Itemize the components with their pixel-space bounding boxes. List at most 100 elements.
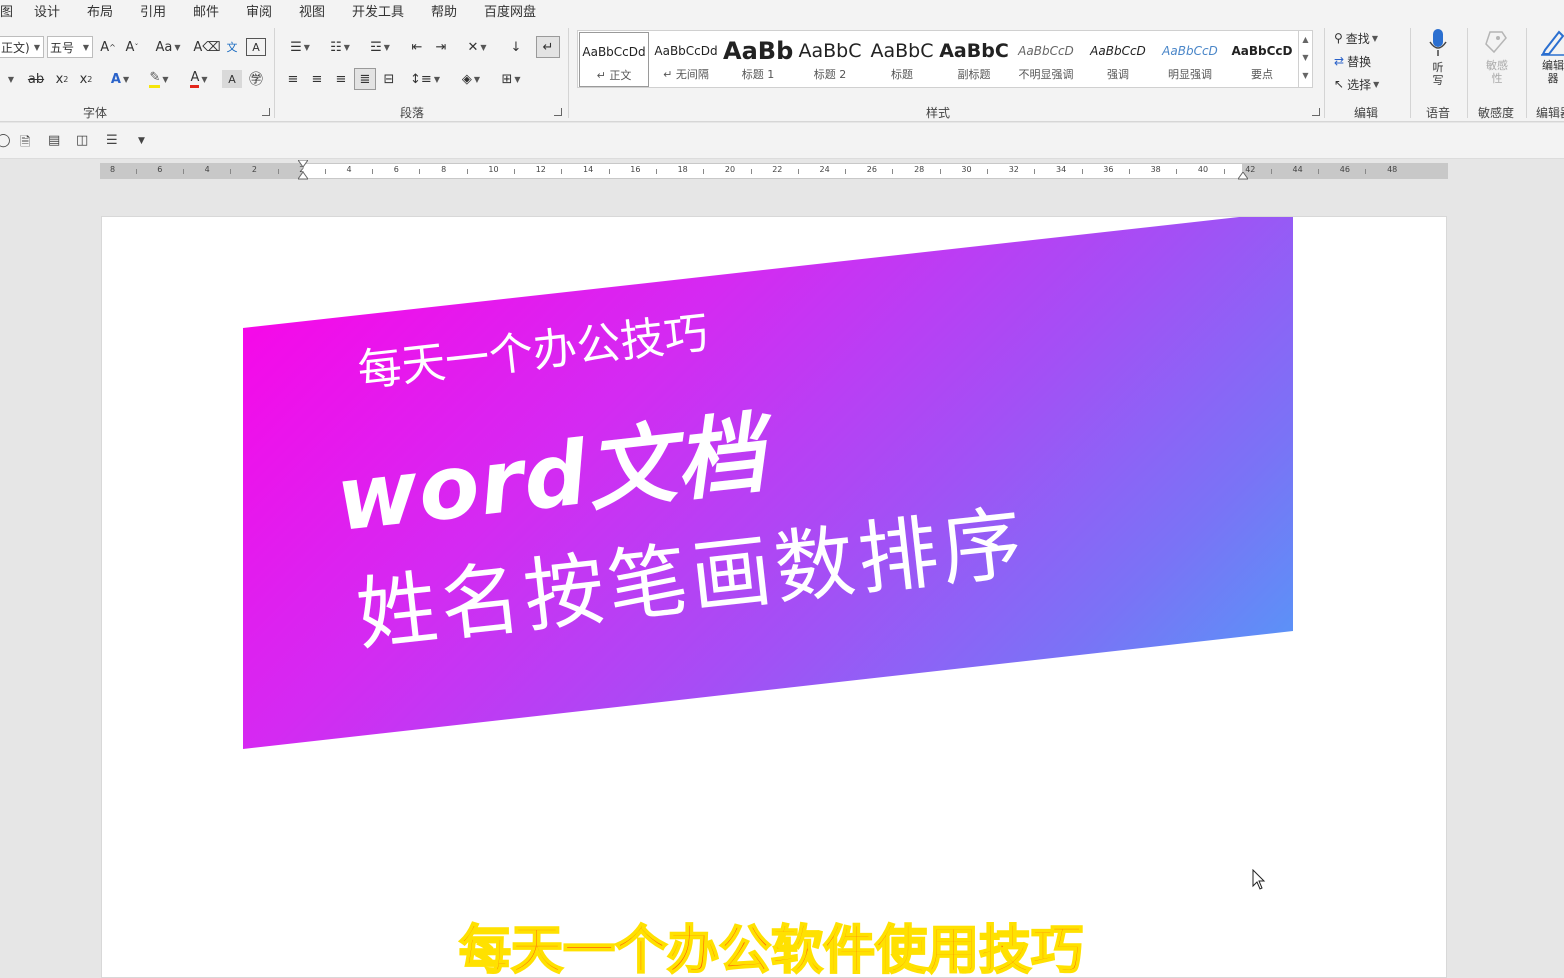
tab-design[interactable]: 设计	[34, 1, 60, 20]
shading-icon[interactable]: ◈ ▼	[454, 68, 488, 90]
document-page[interactable]: 每天一个办公技巧 word文档 姓名按笔画数排序	[101, 216, 1447, 978]
editor-button[interactable]: 编辑器	[1536, 28, 1564, 85]
increase-indent-icon[interactable]: ⇥	[430, 36, 452, 58]
subscript-icon[interactable]: x2	[52, 68, 72, 90]
dictate-button[interactable]: 听写	[1422, 28, 1454, 87]
menu-bar: 图 设计 布局 引用 邮件 审阅 视图 开发工具 帮助 百度网盘	[0, 0, 1564, 22]
hanging-indent-icon[interactable]	[298, 172, 308, 180]
print-layout-icon[interactable]: ▤	[48, 133, 60, 148]
multilevel-list-icon[interactable]: ☲ ▼	[362, 36, 398, 58]
style-item-normal[interactable]: AaBbCcDd ↵ 正文	[579, 32, 649, 87]
ruler-tick	[1176, 169, 1178, 174]
style-item-no-spacing[interactable]: AaBbCcDd ↵ 无间隔	[651, 32, 721, 87]
style-item-subtitle[interactable]: AaBbC 副标题	[939, 32, 1009, 87]
ruler-tick	[750, 169, 752, 174]
borders-icon[interactable]: ⊞ ▼	[494, 68, 528, 90]
horizontal-ruler[interactable]: 8 6 4 2 2 4 6 8 10 12 14 16 18 20 22 24 26 28 30 32 34 36 38 40…	[100, 160, 1448, 180]
align-left-icon[interactable]: ≡	[282, 68, 304, 90]
tab-baidu-netdisk[interactable]: 百度网盘	[484, 1, 536, 20]
tab-help[interactable]: 帮助	[431, 1, 457, 20]
numbering-icon[interactable]: ☷ ▼	[322, 36, 358, 58]
ruler-tick	[135, 169, 137, 174]
decrease-indent-icon[interactable]: ⇤	[406, 36, 428, 58]
clear-formatting-icon[interactable]: A⌫	[193, 36, 220, 58]
styles-dialog-launcher-icon[interactable]	[1312, 108, 1320, 116]
align-center-icon[interactable]: ≡	[306, 68, 328, 90]
sensitivity-button[interactable]: 敏感性	[1480, 28, 1514, 85]
tab-layout[interactable]: 布局	[87, 1, 113, 20]
font-name-combo[interactable]: 正文) ▼	[0, 36, 44, 58]
group-separator	[1410, 28, 1411, 118]
sensitivity-tag-icon	[1485, 31, 1507, 54]
ruler-number: 48	[1387, 165, 1398, 174]
ruler-tick	[655, 169, 657, 174]
read-mode-icon[interactable]: 🗎	[20, 133, 30, 155]
tab-references[interactable]: 引用	[140, 1, 166, 20]
style-item-heading-1[interactable]: AaBb 标题 1	[723, 32, 793, 87]
font-color-icon[interactable]: A ▼	[182, 68, 216, 90]
style-item-title[interactable]: AaBbC 标题	[867, 32, 937, 87]
ruler-tick	[1318, 169, 1320, 174]
style-item-emphasis[interactable]: AaBbCcD 强调	[1083, 32, 1153, 87]
align-right-icon[interactable]: ≡	[330, 68, 352, 90]
highlight-icon[interactable]: ✎ ▼	[142, 68, 176, 90]
underline-icon[interactable]: ▼	[0, 68, 20, 90]
font-dialog-launcher-icon[interactable]	[262, 108, 270, 116]
distributed-icon[interactable]: ⊟	[378, 68, 400, 90]
style-name: 副标题	[957, 68, 991, 81]
paragraph-dialog-launcher-icon[interactable]	[554, 108, 562, 116]
ruler-number: 8	[110, 165, 116, 174]
style-sample: AaBb	[723, 37, 793, 65]
style-item-subtle-emphasis[interactable]: AaBbCcD 不明显强调	[1011, 32, 1081, 87]
font-name-value: 正文)	[1, 40, 30, 55]
web-layout-icon[interactable]: ◫	[76, 133, 88, 148]
strikethrough-icon[interactable]: ab	[26, 68, 46, 90]
replace-button[interactable]: ⇄ 替换	[1334, 50, 1400, 72]
customize-toolbar-icon[interactable]: ▼	[138, 136, 145, 146]
grow-font-icon[interactable]: A ^	[98, 36, 118, 58]
character-shading-icon[interactable]: A	[222, 70, 242, 88]
chevron-down-icon[interactable]: ▼	[1299, 49, 1312, 67]
bullets-icon[interactable]: ☰ ▼	[282, 36, 318, 58]
style-name: 标题 2	[813, 68, 847, 81]
tab-insert-partial[interactable]: 图	[0, 1, 13, 20]
first-line-indent-icon[interactable]	[298, 160, 308, 168]
more-styles-icon[interactable]: ▼	[1299, 67, 1312, 85]
style-item-heading-2[interactable]: AaBbC 标题 2	[795, 32, 865, 87]
select-button[interactable]: ↖ 选择 ▼	[1334, 73, 1400, 95]
style-sample: AaBbC	[798, 40, 862, 62]
text-effects-icon[interactable]: A ▼	[104, 68, 136, 90]
ruler-tick	[277, 169, 279, 174]
phonetic-guide-icon[interactable]: 文	[222, 36, 242, 58]
shrink-font-icon[interactable]: Aˇ	[122, 36, 142, 58]
circle-icon[interactable]: ◯	[0, 133, 11, 148]
justify-icon[interactable]: ≣	[354, 68, 376, 90]
ruler-number: 4	[204, 165, 210, 174]
tab-review[interactable]: 审阅	[246, 1, 272, 20]
tab-mailings[interactable]: 邮件	[193, 1, 219, 20]
find-button[interactable]: ⚲ 查找 ▼	[1334, 27, 1400, 49]
change-case-icon[interactable]: Aa ▼	[152, 36, 184, 58]
font-size-combo[interactable]: 五号 ▼	[47, 36, 93, 58]
group-separator	[1467, 28, 1468, 118]
line-spacing-icon[interactable]: ↕≡ ▼	[408, 68, 442, 90]
ruler-number: 18	[677, 165, 688, 174]
chinese-layout-icon[interactable]: ✕ ▼	[460, 36, 494, 58]
draft-view-icon[interactable]: ☰	[106, 133, 118, 148]
ruler-number: 24	[819, 165, 830, 174]
gallery-scrollbar[interactable]: ▲ ▼ ▼	[1298, 31, 1312, 87]
chevron-up-icon[interactable]: ▲	[1299, 31, 1312, 49]
style-item-intense-emphasis[interactable]: AaBbCcD 明显强调	[1155, 32, 1225, 87]
show-marks-icon[interactable]: ↵	[536, 36, 560, 58]
character-border-icon[interactable]: A	[246, 38, 266, 56]
right-indent-icon[interactable]	[1238, 172, 1248, 180]
paragraph-group-label: 段落	[400, 106, 425, 120]
superscript-icon[interactable]: x2	[76, 68, 96, 90]
dictate-label: 听写	[1432, 61, 1444, 87]
font-group-label: 字体	[83, 106, 108, 120]
sort-icon[interactable]: ↓	[504, 36, 528, 58]
tab-developer[interactable]: 开发工具	[352, 1, 404, 20]
enclose-characters-icon[interactable]: ㊫	[246, 68, 266, 90]
tab-view[interactable]: 视图	[299, 1, 325, 20]
style-item-strong[interactable]: AaBbCcD 要点	[1227, 32, 1297, 87]
